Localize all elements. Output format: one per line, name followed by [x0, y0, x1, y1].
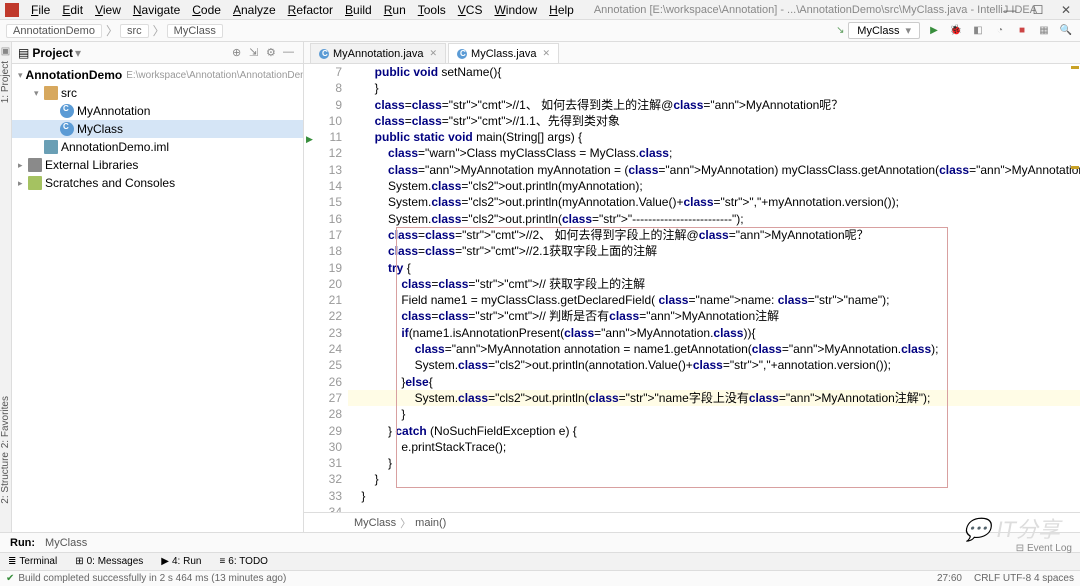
encoding-info[interactable]: CRLF UTF-8 4 spaces — [974, 573, 1074, 584]
breadcrumb[interactable]: AnnotationDemo — [6, 24, 102, 38]
window-title: Annotation [E:\workspace\Annotation] - .… — [594, 4, 1037, 16]
left-tool-rail: ▣ 1: Project 2: Favorites 2: Structure — [0, 42, 12, 532]
tree-node[interactable]: ▸External Libraries — [12, 156, 303, 174]
menu-vcs[interactable]: VCS — [454, 2, 487, 18]
editor-area: MyAnnotation.java✕MyClass.java✕ 78910▶11… — [304, 42, 1080, 532]
close-tab-icon[interactable]: ✕ — [542, 48, 550, 59]
project-view-selector[interactable]: ▤ Project ▾ — [18, 46, 81, 60]
menu-help[interactable]: Help — [545, 2, 578, 18]
run-config-selector[interactable]: MyClass▾ — [848, 22, 920, 39]
collapse-icon[interactable]: ⇲ — [249, 46, 263, 60]
project-panel: ▤ Project ▾ ⊕ ⇲ ⚙ — ▾AnnotationDemoE:\wo… — [12, 42, 304, 532]
menu-file[interactable]: File — [27, 2, 54, 18]
close-button[interactable]: ✕ — [1052, 0, 1080, 20]
tool-square-icon[interactable]: ▣ — [1, 46, 10, 57]
layout-icon[interactable]: ▦ — [1036, 23, 1052, 39]
run-config-name: MyClass — [45, 537, 87, 549]
stop-icon[interactable]: ■ — [1014, 23, 1030, 39]
tree-node[interactable]: MyClass — [12, 120, 303, 138]
tree-node[interactable]: AnnotationDemo.iml — [12, 138, 303, 156]
project-tree[interactable]: ▾AnnotationDemoE:\workspace\Annotation\A… — [12, 64, 303, 532]
profile-icon[interactable]: ◔ — [992, 23, 1008, 39]
gear-icon[interactable]: ⚙ — [266, 46, 280, 60]
project-tool-button[interactable]: 1: Project — [0, 61, 11, 103]
editor-tab[interactable]: MyAnnotation.java✕ — [310, 43, 446, 63]
bottom-tool[interactable]: ⊞0: Messages — [71, 556, 147, 567]
menubar: FileEditViewNavigateCodeAnalyzeRefactorB… — [0, 0, 1080, 20]
app-logo-icon — [5, 3, 19, 17]
bottom-tool[interactable]: ≡6: TODO — [215, 556, 272, 567]
editor-tab[interactable]: MyClass.java✕ — [448, 43, 559, 63]
debug-icon[interactable]: 🐞 — [948, 23, 964, 39]
build-icon[interactable]: ↘ — [832, 23, 848, 39]
hide-icon[interactable]: — — [283, 46, 297, 60]
tree-node[interactable]: ▾AnnotationDemoE:\workspace\Annotation\A… — [12, 66, 303, 84]
navigation-bar: AnnotationDemo 〉 src 〉 MyClass ↘ MyClass… — [0, 20, 1080, 42]
tree-node[interactable]: ▸Scratches and Consoles — [12, 174, 303, 192]
event-log-button[interactable]: ⊟ Event Log — [1016, 543, 1072, 554]
bottom-tool[interactable]: ▶4: Run — [157, 556, 205, 567]
menu-edit[interactable]: Edit — [58, 2, 87, 18]
status-message: Build completed successfully in 2 s 464 … — [18, 573, 286, 584]
menu-build[interactable]: Build — [341, 2, 376, 18]
menu-refactor[interactable]: Refactor — [284, 2, 337, 18]
status-bar: ✔ Build completed successfully in 2 s 46… — [0, 570, 1080, 586]
editor-breadcrumbs[interactable]: MyClass〉main() — [304, 512, 1080, 532]
run-icon[interactable]: ▶ — [926, 23, 942, 39]
menu-window[interactable]: Window — [490, 2, 541, 18]
maximize-button[interactable]: ☐ — [1024, 0, 1052, 20]
menu-navigate[interactable]: Navigate — [129, 2, 184, 18]
error-stripe[interactable] — [1070, 66, 1080, 514]
menu-code[interactable]: Code — [188, 2, 225, 18]
close-tab-icon[interactable]: ✕ — [430, 48, 438, 59]
menu-tools[interactable]: Tools — [414, 2, 450, 18]
gutter[interactable]: 78910▶1112131415161718192021222324252627… — [304, 64, 348, 512]
menu-run[interactable]: Run — [380, 2, 410, 18]
code-body[interactable]: public void setName(){ } class=class="st… — [348, 64, 1080, 512]
run-tool-window-header[interactable]: Run: MyClass — [0, 532, 1080, 552]
run-label: Run: — [0, 537, 45, 549]
caret-position[interactable]: 27:60 — [937, 573, 962, 584]
bottom-tool-bar: ≣Terminal ⊞0: Messages ▶4: Run ≡6: TODO — [0, 552, 1080, 570]
favorites-tool-button[interactable]: 2: Favorites — [0, 396, 11, 448]
editor-tabs: MyAnnotation.java✕MyClass.java✕ — [304, 42, 1080, 64]
coverage-icon[interactable]: ◧ — [970, 23, 986, 39]
locate-icon[interactable]: ⊕ — [232, 46, 246, 60]
menu-view[interactable]: View — [91, 2, 125, 18]
breadcrumb[interactable]: src — [120, 24, 149, 38]
search-icon[interactable]: 🔍 — [1058, 23, 1074, 39]
minimize-button[interactable]: — — [996, 0, 1024, 20]
breadcrumb[interactable]: MyClass — [167, 24, 223, 38]
status-icon: ✔ — [6, 573, 14, 584]
structure-tool-button[interactable]: 2: Structure — [0, 452, 11, 504]
tree-node[interactable]: MyAnnotation — [12, 102, 303, 120]
menu-analyze[interactable]: Analyze — [229, 2, 280, 18]
tree-node[interactable]: ▾src — [12, 84, 303, 102]
bottom-tool[interactable]: ≣Terminal — [4, 556, 61, 567]
